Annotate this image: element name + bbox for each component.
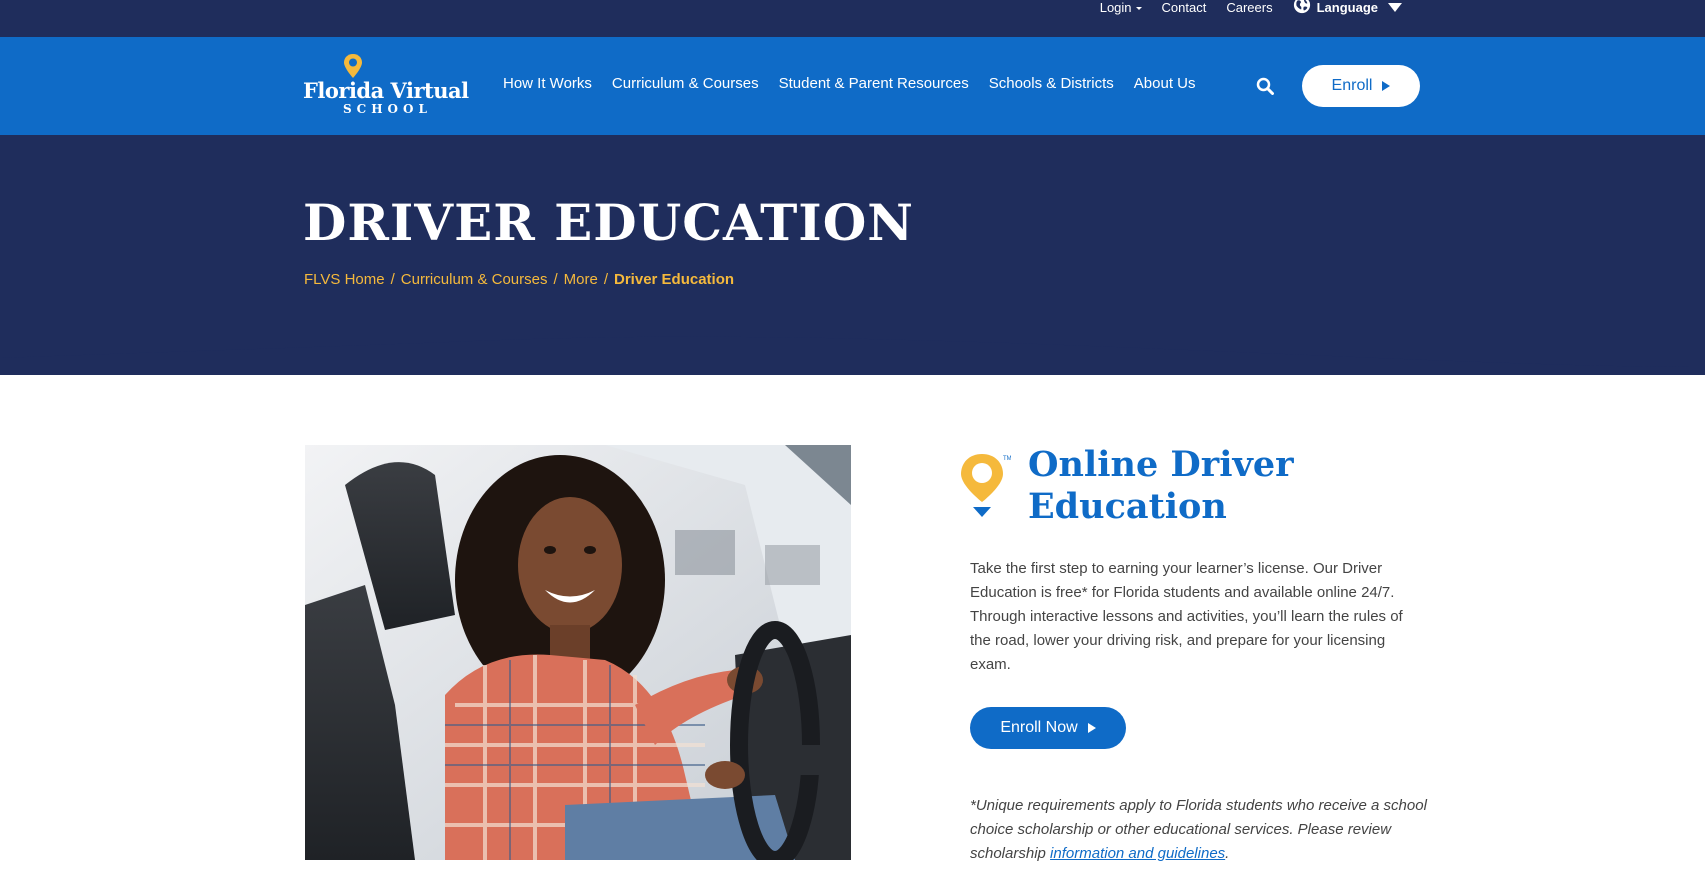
contact-link[interactable]: Contact xyxy=(1162,1,1207,14)
enroll-now-button[interactable]: Enroll Now xyxy=(970,707,1126,749)
nav-menu: How It Works Curriculum & Courses Studen… xyxy=(503,75,1195,92)
breadcrumb-curriculum[interactable]: Curriculum & Courses xyxy=(401,271,548,288)
scholarship-info-link[interactable]: information and guidelines xyxy=(1050,845,1225,862)
location-pin-icon: TM xyxy=(961,454,1011,517)
breadcrumb-more[interactable]: More xyxy=(564,271,598,288)
nav-item-how-it-works[interactable]: How It Works xyxy=(503,75,592,92)
svg-text:TM: TM xyxy=(1003,456,1011,462)
nav-item-about[interactable]: About Us xyxy=(1134,75,1196,92)
disclaimer-period: . xyxy=(1225,845,1230,862)
search-icon[interactable] xyxy=(1256,77,1274,95)
location-pin-icon xyxy=(344,54,362,78)
nav-item-resources[interactable]: Student & Parent Resources xyxy=(779,75,969,92)
utility-links: Login Contact Careers Language xyxy=(1100,0,1402,14)
language-selector[interactable]: Language xyxy=(1293,0,1402,14)
chevron-down-icon xyxy=(1135,6,1142,10)
globe-icon xyxy=(1293,0,1310,14)
breadcrumb: FLVS Home / Curriculum & Courses / More … xyxy=(304,271,734,288)
enroll-label: Enroll xyxy=(1331,77,1373,94)
utility-bar: Login Contact Careers Language xyxy=(0,0,1705,37)
breadcrumb-separator: / xyxy=(390,271,395,288)
play-icon xyxy=(1087,723,1096,733)
language-label: Language xyxy=(1316,0,1378,15)
breadcrumb-separator: / xyxy=(553,271,558,288)
nav-item-curriculum[interactable]: Curriculum & Courses xyxy=(612,75,759,92)
flvs-logo[interactable]: Florida Virtual SCHOOL xyxy=(303,53,473,119)
login-link[interactable]: Login xyxy=(1100,1,1142,14)
breadcrumb-home[interactable]: FLVS Home xyxy=(304,271,385,288)
breadcrumb-separator: / xyxy=(603,271,609,288)
hero-wave-divider xyxy=(0,330,1705,367)
careers-link[interactable]: Careers xyxy=(1226,1,1272,14)
page-title: DRIVER EDUCATION xyxy=(303,193,914,252)
breadcrumb-current: Driver Education xyxy=(614,271,735,288)
nav-item-schools[interactable]: Schools & Districts xyxy=(989,75,1114,92)
photo-illustration xyxy=(305,445,851,860)
logo-subtitle: SCHOOL xyxy=(343,102,432,116)
student-driver-photo xyxy=(305,445,851,860)
login-label: Login xyxy=(1099,0,1132,15)
promo-title: Online Driver Education xyxy=(1028,444,1294,527)
scholarship-disclaimer: *Unique requirements apply to Florida st… xyxy=(970,794,1430,866)
enroll-button[interactable]: Enroll xyxy=(1302,65,1420,107)
play-icon xyxy=(1382,81,1391,91)
promo-description: Take the first step to earning your lear… xyxy=(970,560,1403,673)
logo-wordmark: Florida Virtual xyxy=(303,78,469,103)
main-navigation: Florida Virtual SCHOOL How It Works Curr… xyxy=(0,37,1705,135)
enroll-now-label: Enroll Now xyxy=(1000,719,1078,736)
caret-down-icon xyxy=(1388,2,1402,12)
